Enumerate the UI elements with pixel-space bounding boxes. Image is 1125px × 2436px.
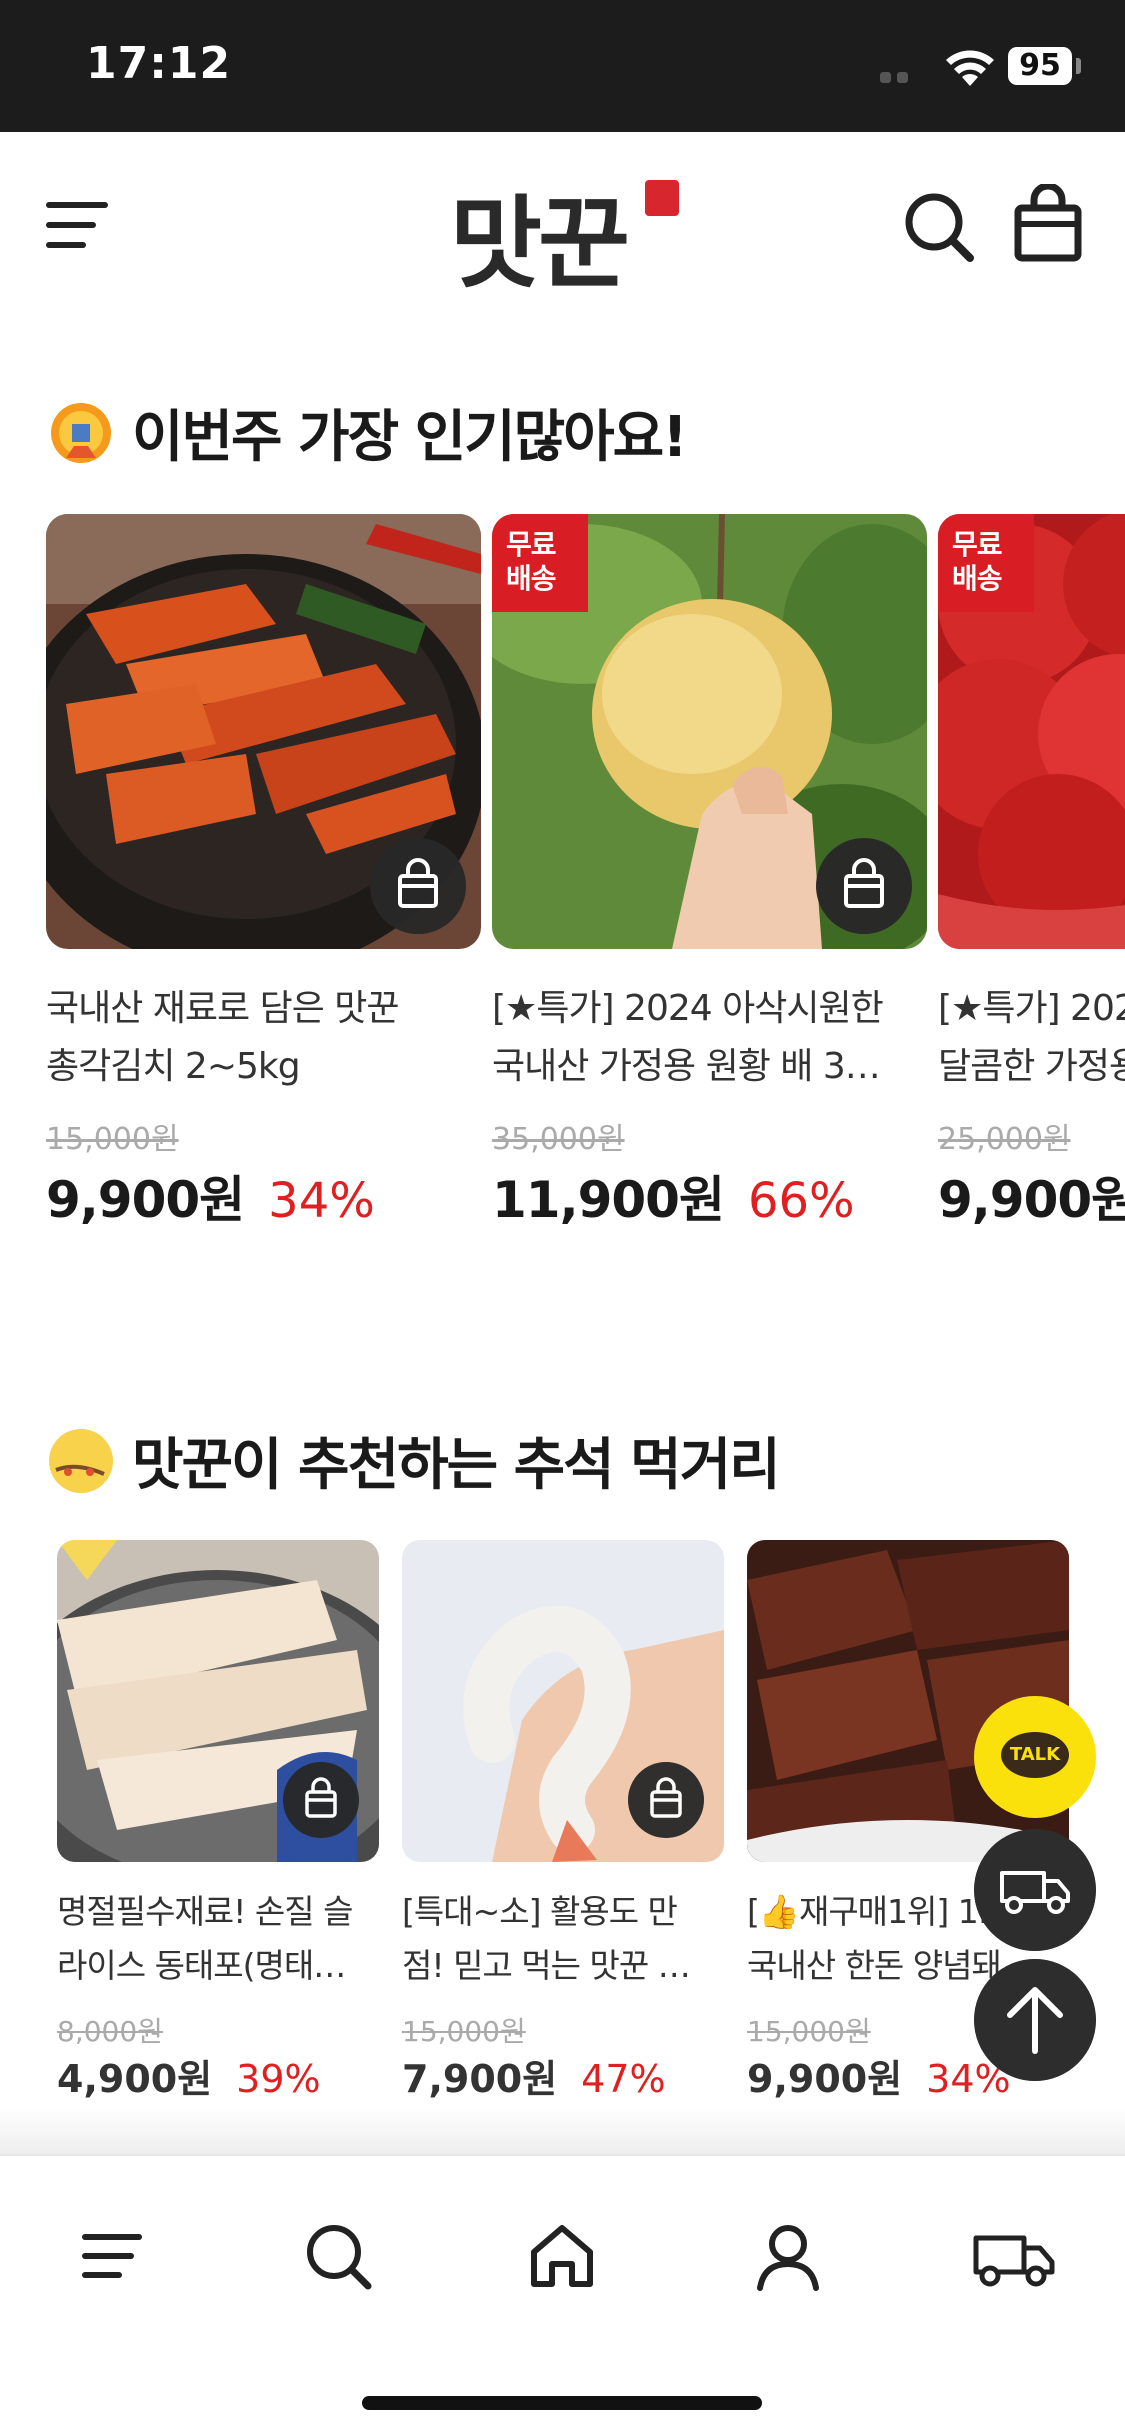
- discount-rate: 34%: [268, 1173, 375, 1229]
- product-image-kimchi[interactable]: [46, 514, 481, 949]
- product-image-shrimp[interactable]: [402, 1540, 724, 1862]
- add-to-cart-icon[interactable]: [628, 1762, 704, 1838]
- product-image-apple[interactable]: 무료 배송: [938, 514, 1125, 949]
- add-to-cart-icon[interactable]: [370, 838, 466, 934]
- product-name-line2[interactable]: 점! 믿고 먹는 맛꾼 …: [402, 1940, 732, 1992]
- add-to-cart-icon[interactable]: [283, 1762, 359, 1838]
- search-icon[interactable]: [902, 190, 976, 264]
- menu-icon[interactable]: [72, 2216, 152, 2296]
- sale-price: 7,900원: [402, 2057, 558, 2101]
- free-shipping-badge: 무료 배송: [492, 514, 588, 612]
- discount-rate: 66%: [747, 1173, 855, 1229]
- menu-icon[interactable]: [44, 192, 110, 258]
- app-logo[interactable]: 맛꾼: [450, 162, 630, 307]
- product-name-line1[interactable]: [★특가] 2024: [938, 980, 1125, 1038]
- original-price: 35,000원: [492, 1122, 625, 1157]
- scroll-to-top-button[interactable]: [974, 1959, 1096, 2081]
- section-popular-title: 이번주 가장 인기많아요!: [46, 392, 688, 473]
- app-header: 맛꾼: [0, 132, 1125, 322]
- medal-icon: [51, 402, 111, 463]
- home-icon[interactable]: [522, 2216, 602, 2296]
- original-price: 25,000원: [938, 1122, 1071, 1157]
- logo-seal: [645, 180, 679, 216]
- product-name-line1[interactable]: [★특가] 2024 아삭시원한: [492, 980, 937, 1038]
- talk-label: TALK: [1001, 1732, 1069, 1778]
- product-card[interactable]: 국내산 재료로 담은 맛꾼 총각김치 2~5kg 15,000원 9,900원 …: [46, 514, 481, 1244]
- home-indicator[interactable]: [362, 2396, 762, 2410]
- price-row: 11,900원 66%: [492, 1160, 855, 1232]
- popular-products-carousel[interactable]: 국내산 재료로 담은 맛꾼 총각김치 2~5kg 15,000원 9,900원 …: [0, 514, 1125, 1244]
- product-name-line2[interactable]: 라이스 동태포(명태…: [57, 1940, 387, 1992]
- section-title-text: 맛꾼이 추천하는 추석 먹거리: [132, 1433, 781, 1498]
- sale-price: 9,900원: [46, 1171, 245, 1229]
- price-row: 9,900원 34%: [747, 2048, 1011, 2103]
- bottom-navigation: [0, 2154, 1125, 2436]
- sale-price: 9,900원: [938, 1171, 1125, 1229]
- status-bar: 17:12 95: [0, 0, 1125, 132]
- sale-price: 11,900원: [492, 1171, 725, 1229]
- status-time: 17:12: [86, 38, 232, 89]
- kakao-talk-button[interactable]: TALK: [974, 1696, 1096, 1818]
- user-icon[interactable]: [748, 2216, 828, 2296]
- price-row: 9,900원 34%: [46, 1160, 375, 1232]
- cellular-signal-icon: [880, 72, 908, 83]
- shopping-bag-icon[interactable]: [1012, 184, 1084, 264]
- product-name-line1[interactable]: 명절필수재료! 손질 슬: [57, 1886, 387, 1938]
- product-name-line1[interactable]: 국내산 재료로 담은 맛꾼: [46, 980, 491, 1038]
- original-price: 8,000원: [57, 2015, 163, 2048]
- discount-rate: 39%: [236, 2057, 321, 2101]
- original-price: 15,000원: [402, 2015, 526, 2048]
- price-row: 4,900원 39%: [57, 2048, 321, 2103]
- product-name-line1[interactable]: [특대~소] 활용도 만: [402, 1886, 732, 1938]
- product-image-pear[interactable]: 무료 배송: [492, 514, 927, 949]
- battery-tip: [1076, 58, 1081, 74]
- moon-icon: [49, 1428, 113, 1493]
- product-card[interactable]: [특대~소] 활용도 만 점! 믿고 먹는 맛꾼 … 15,000원 7,900…: [402, 1540, 724, 2110]
- original-price: 15,000원: [46, 1122, 179, 1157]
- discount-rate: 47%: [581, 2057, 666, 2101]
- delivery-truck-icon[interactable]: [970, 2216, 1060, 2296]
- original-price: 15,000원: [747, 2015, 871, 2048]
- product-card[interactable]: 무료배송 [★특가] 2024 달콤한 가정용 25,000원 9,900원: [938, 514, 1125, 1244]
- product-name-line2[interactable]: 달콤한 가정용: [938, 1038, 1125, 1096]
- product-card[interactable]: 무료 배송 [★특가] 2024 아삭시원한 국내산 가정용 원황 배 3… 35…: [492, 514, 927, 1244]
- bottom-fade: [0, 2108, 1125, 2154]
- product-name-line2[interactable]: 총각김치 2~5kg: [46, 1038, 491, 1096]
- search-icon[interactable]: [298, 2216, 378, 2296]
- wifi-icon: [946, 50, 994, 86]
- delivery-truck-button[interactable]: [974, 1829, 1096, 1951]
- battery-icon: 95: [1008, 47, 1072, 85]
- product-card[interactable]: 명절필수재료! 손질 슬 라이스 동태포(명태… 8,000원 4,900원 3…: [57, 1540, 379, 2110]
- sale-price: 4,900원: [57, 2057, 213, 2101]
- price-row: 9,900원: [938, 1160, 1125, 1232]
- section-title-text: 이번주 가장 인기많아요!: [132, 405, 688, 470]
- free-shipping-badge: 무료 배송: [938, 514, 1034, 612]
- price-row: 7,900원 47%: [402, 2048, 666, 2103]
- add-to-cart-icon[interactable]: [816, 838, 912, 934]
- product-name-line2[interactable]: 국내산 가정용 원황 배 3…: [492, 1038, 937, 1096]
- section-chuseok-title: 맛꾼이 추천하는 추석 먹거리: [46, 1420, 781, 1501]
- sale-price: 9,900원: [747, 2057, 903, 2101]
- chuseok-products-carousel[interactable]: 명절필수재료! 손질 슬 라이스 동태포(명태… 8,000원 4,900원 3…: [0, 1540, 1125, 2110]
- product-image-pollock[interactable]: [57, 1540, 379, 1862]
